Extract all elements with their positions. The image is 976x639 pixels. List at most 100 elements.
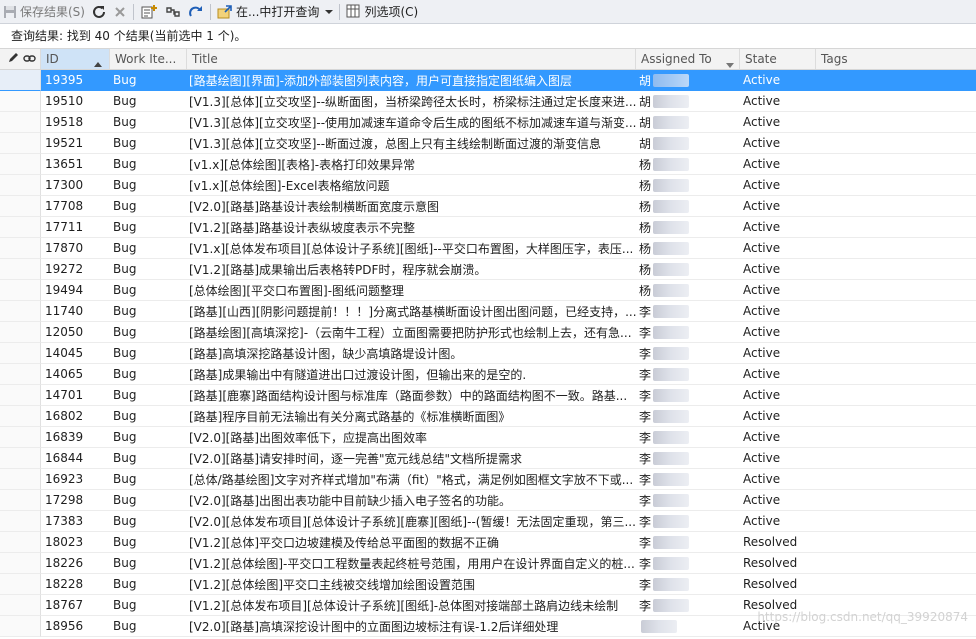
row-tags [816, 91, 976, 112]
column-header-assigned-to[interactable]: Assigned To [636, 49, 740, 69]
table-row[interactable]: 16923 Bug [总体/路基绘图]文字对齐样式增加"布满（fit）"格式，满足例… [0, 469, 976, 490]
new-work-item-button[interactable] [137, 1, 161, 22]
table-row[interactable]: 12050 Bug [路基绘图][高填深挖]-（云南牛工程）立面图需要把防护形式也绘… [0, 322, 976, 343]
row-title: [路基][山西][阴影问题提前！！！]分离式路基横断面设计图出图问题，已经支持，… [187, 301, 636, 322]
row-assigned-to: 杨 [636, 175, 740, 196]
column-options-button[interactable]: 列选项(C) [343, 1, 421, 22]
table-row[interactable]: 17870 Bug [V1.x][总体发布项目][总体设计子系统][图纸]--平交口… [0, 238, 976, 259]
table-row[interactable]: 18023 Bug [V1.2][总体]平交口边坡建模及传给总平面图的数据不正确李 R… [0, 532, 976, 553]
table-row[interactable]: 16802 Bug [路基]程序目前无法输出有关分离式路基的《标准横断面图》李 Act… [0, 406, 976, 427]
row-state: Active [740, 448, 816, 469]
chevron-down-icon[interactable] [325, 9, 334, 15]
row-work-item-type: Bug [110, 385, 187, 406]
row-work-item-type: Bug [110, 133, 187, 154]
row-id: 17383 [41, 511, 110, 532]
table-row[interactable]: 14065 Bug [路基]成果输出中有隧道进出口过渡设计图，但输出来的是空的. 李 A… [0, 364, 976, 385]
row-title: [路基]成果输出中有隧道进出口过渡设计图，但输出来的是空的. [187, 364, 636, 385]
row-tags [816, 217, 976, 238]
table-row[interactable]: 14701 Bug [路基][鹿寨]路面结构设计图与标准库（路面参数）中的路面结构图… [0, 385, 976, 406]
assignee-name: 李 [639, 325, 652, 340]
row-state: Active [740, 343, 816, 364]
row-id: 14045 [41, 343, 110, 364]
row-selector [0, 343, 41, 364]
redacted-name-blur [653, 451, 690, 465]
row-id: 16839 [41, 427, 110, 448]
row-tags [816, 154, 976, 175]
row-work-item-type: Bug [110, 238, 187, 259]
column-header-id[interactable]: ID [41, 49, 110, 69]
table-row[interactable]: 19510 Bug [V1.3][总体][立交攻坚]--纵断面图，当桥梁跨径太长时，… [0, 91, 976, 112]
row-selector [0, 196, 41, 217]
row-title: [V1.2][路基]路基设计表纵坡度表示不完整 [187, 217, 636, 238]
table-row[interactable]: 18226 Bug [V1.2][总体绘图]-平交口工程数量表起终桩号范围，用用户在… [0, 553, 976, 574]
refresh-button[interactable] [88, 1, 110, 22]
row-state: Active [740, 175, 816, 196]
save-results-label: 保存结果(S) [20, 5, 85, 19]
row-selector [0, 70, 41, 91]
table-row[interactable]: 19494 Bug [总体绘图][平交口布置图]-图纸问题整理杨 Active [0, 280, 976, 301]
chevron-down-icon[interactable] [726, 57, 734, 71]
row-tags [816, 112, 976, 133]
table-row[interactable]: 19272 Bug [V1.2][路基]成果输出后表格转PDF时，程序就会崩溃。杨 A… [0, 259, 976, 280]
toolbar-separator [209, 3, 211, 20]
row-title: [V2.0][路基]出图效率低下，应提高出图效率 [187, 427, 636, 448]
row-selector [0, 154, 41, 175]
redacted-name-blur [653, 157, 690, 171]
table-row[interactable]: 19521 Bug [V1.3][总体][立交攻坚]--断面过渡，总图上只有主线绘制… [0, 133, 976, 154]
row-id: 17300 [41, 175, 110, 196]
redacted-name-blur [653, 493, 690, 507]
assignee-name: 李 [639, 556, 652, 571]
table-row[interactable]: 17298 Bug [V2.0][路基]出图出表功能中目前缺少插入电子签名的功能。李… [0, 490, 976, 511]
table-row[interactable]: 17300 Bug [v1.x][总体绘图]-Excel表格缩放问题杨 Active [0, 175, 976, 196]
column-header-work-item-type[interactable]: Work Ite... [110, 49, 187, 69]
table-row[interactable]: 13651 Bug [v1.x][总体绘图][表格]-表格打印效果异常杨 Active [0, 154, 976, 175]
row-id: 18767 [41, 595, 110, 616]
table-row[interactable]: 16844 Bug [V2.0][路基]请安排时间，逐一完善"宽元线总结"文档所提需… [0, 448, 976, 469]
redacted-name-blur [653, 241, 690, 255]
close-icon [113, 5, 127, 19]
refresh-icon [91, 4, 107, 20]
redacted-name-blur [653, 535, 690, 549]
column-header-state[interactable]: State [740, 49, 816, 69]
save-results-button[interactable]: 保存结果(S) [0, 1, 88, 22]
row-work-item-type: Bug [110, 112, 187, 133]
row-id: 17711 [41, 217, 110, 238]
table-row[interactable]: 14045 Bug [路基]高填深挖路基设计图，缺少高填路堤设计图。李 Active [0, 343, 976, 364]
column-header-tags[interactable]: Tags [816, 49, 976, 69]
row-assigned-to: 李 [636, 343, 740, 364]
redo-button[interactable] [185, 1, 207, 22]
row-state: Active [740, 364, 816, 385]
open-in-button[interactable]: 在...中打开查询 [214, 1, 336, 22]
link-work-items-button[interactable] [161, 1, 185, 22]
table-row[interactable]: 17708 Bug [V2.0][路基]路基设计表绘制横断面宽度示意图杨 Active [0, 196, 976, 217]
table-row[interactable]: 17711 Bug [V1.2][路基]路基设计表纵坡度表示不完整杨 Active [0, 217, 976, 238]
row-state: Active [740, 154, 816, 175]
row-selector [0, 385, 41, 406]
assignee-name: 李 [639, 535, 652, 550]
table-row[interactable]: 19518 Bug [V1.3][总体][立交攻坚]--使用加减速车道命令后生成的图… [0, 112, 976, 133]
row-state: Resolved [740, 553, 816, 574]
assignee-name: 胡 [639, 73, 652, 88]
row-title: [v1.x][总体绘图][表格]-表格打印效果异常 [187, 154, 636, 175]
row-assigned-to: 胡 [636, 70, 740, 91]
column-header-title[interactable]: Title [187, 49, 636, 69]
row-state: Active [740, 280, 816, 301]
table-row[interactable]: 18228 Bug [V1.2][总体绘图]平交口主线被交线增加绘图设置范围李 Res… [0, 574, 976, 595]
table-row[interactable]: 17383 Bug [V2.0][总体发布项目][总体设计子系统][鹿寨][图纸]-… [0, 511, 976, 532]
table-row[interactable]: 16839 Bug [V2.0][路基]出图效率低下，应提高出图效率李 Active [0, 427, 976, 448]
close-button[interactable] [110, 1, 130, 22]
row-id: 18023 [41, 532, 110, 553]
table-row[interactable]: 19395 Bug [路基绘图][界面]-添加外部装图列表内容，用户可直接指定图纸编… [0, 70, 976, 91]
row-id: 19494 [41, 280, 110, 301]
table-row[interactable]: 11740 Bug [路基][山西][阴影问题提前！！！]分离式路基横断面设计图出图… [0, 301, 976, 322]
assignee-name: 胡 [639, 115, 652, 130]
row-selector [0, 532, 41, 553]
redacted-name-blur [641, 619, 677, 633]
row-work-item-type: Bug [110, 196, 187, 217]
row-id: 16802 [41, 406, 110, 427]
row-work-item-type: Bug [110, 595, 187, 616]
column-header-state-label: State [745, 52, 777, 66]
row-id: 19521 [41, 133, 110, 154]
row-selector [0, 364, 41, 385]
row-selector [0, 553, 41, 574]
